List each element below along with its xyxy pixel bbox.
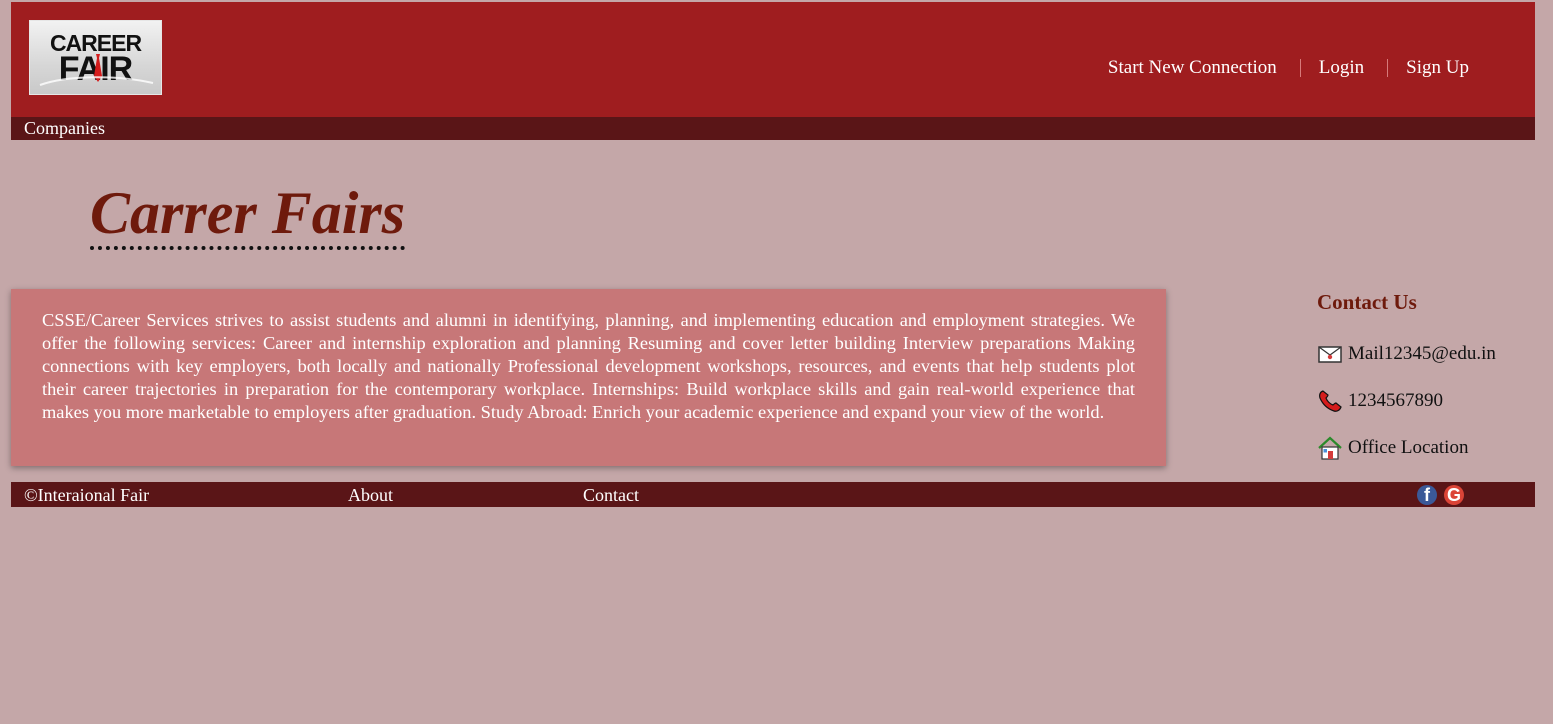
contact-office-location[interactable]: Office Location <box>1317 436 1468 460</box>
phone-icon <box>1319 390 1342 412</box>
contact-email[interactable]: Mail12345@edu.in <box>1317 342 1496 366</box>
facebook-icon[interactable]: f <box>1417 485 1437 505</box>
contact-phone-text: 1234567890 <box>1348 390 1443 411</box>
contact-phone[interactable]: 1234567890 <box>1317 389 1443 413</box>
contact-email-text: Mail12345@edu.in <box>1348 343 1496 364</box>
sign-up-link[interactable]: Sign Up <box>1406 57 1469 79</box>
header: CAREER FAIR Start New Connection Login S… <box>11 2 1535 117</box>
home-icon <box>1318 436 1342 460</box>
footer-contact-link[interactable]: Contact <box>583 485 639 506</box>
career-fair-logo[interactable]: CAREER FAIR <box>29 20 162 95</box>
login-link[interactable]: Login <box>1319 57 1364 79</box>
services-description-text: CSSE/Career Services strives to assist s… <box>42 310 1135 422</box>
footer-bar: ©Interaional Fair About Contact f G <box>11 482 1535 507</box>
logo-swoosh <box>39 76 154 86</box>
sub-nav-bar: Companies <box>11 117 1535 140</box>
top-nav: Start New Connection Login Sign Up <box>1108 57 1469 79</box>
nav-divider <box>1299 59 1301 77</box>
contact-us-panel: Contact Us Mail12345@edu.in 1234567890 O… <box>1317 288 1537 460</box>
google-icon[interactable]: G <box>1444 485 1464 505</box>
start-new-connection-link[interactable]: Start New Connection <box>1108 57 1277 79</box>
services-description-box: CSSE/Career Services strives to assist s… <box>11 289 1166 466</box>
contact-office-location-text: Office Location <box>1348 437 1469 458</box>
footer-copyright: ©Interaional Fair <box>24 485 150 505</box>
companies-link[interactable]: Companies <box>24 118 105 139</box>
page-title: Carrer Fairs <box>90 180 406 250</box>
contact-us-heading: Contact Us <box>1317 290 1417 314</box>
footer-about-link[interactable]: About <box>348 485 393 506</box>
mail-icon <box>1318 346 1342 363</box>
nav-divider <box>1387 59 1389 77</box>
